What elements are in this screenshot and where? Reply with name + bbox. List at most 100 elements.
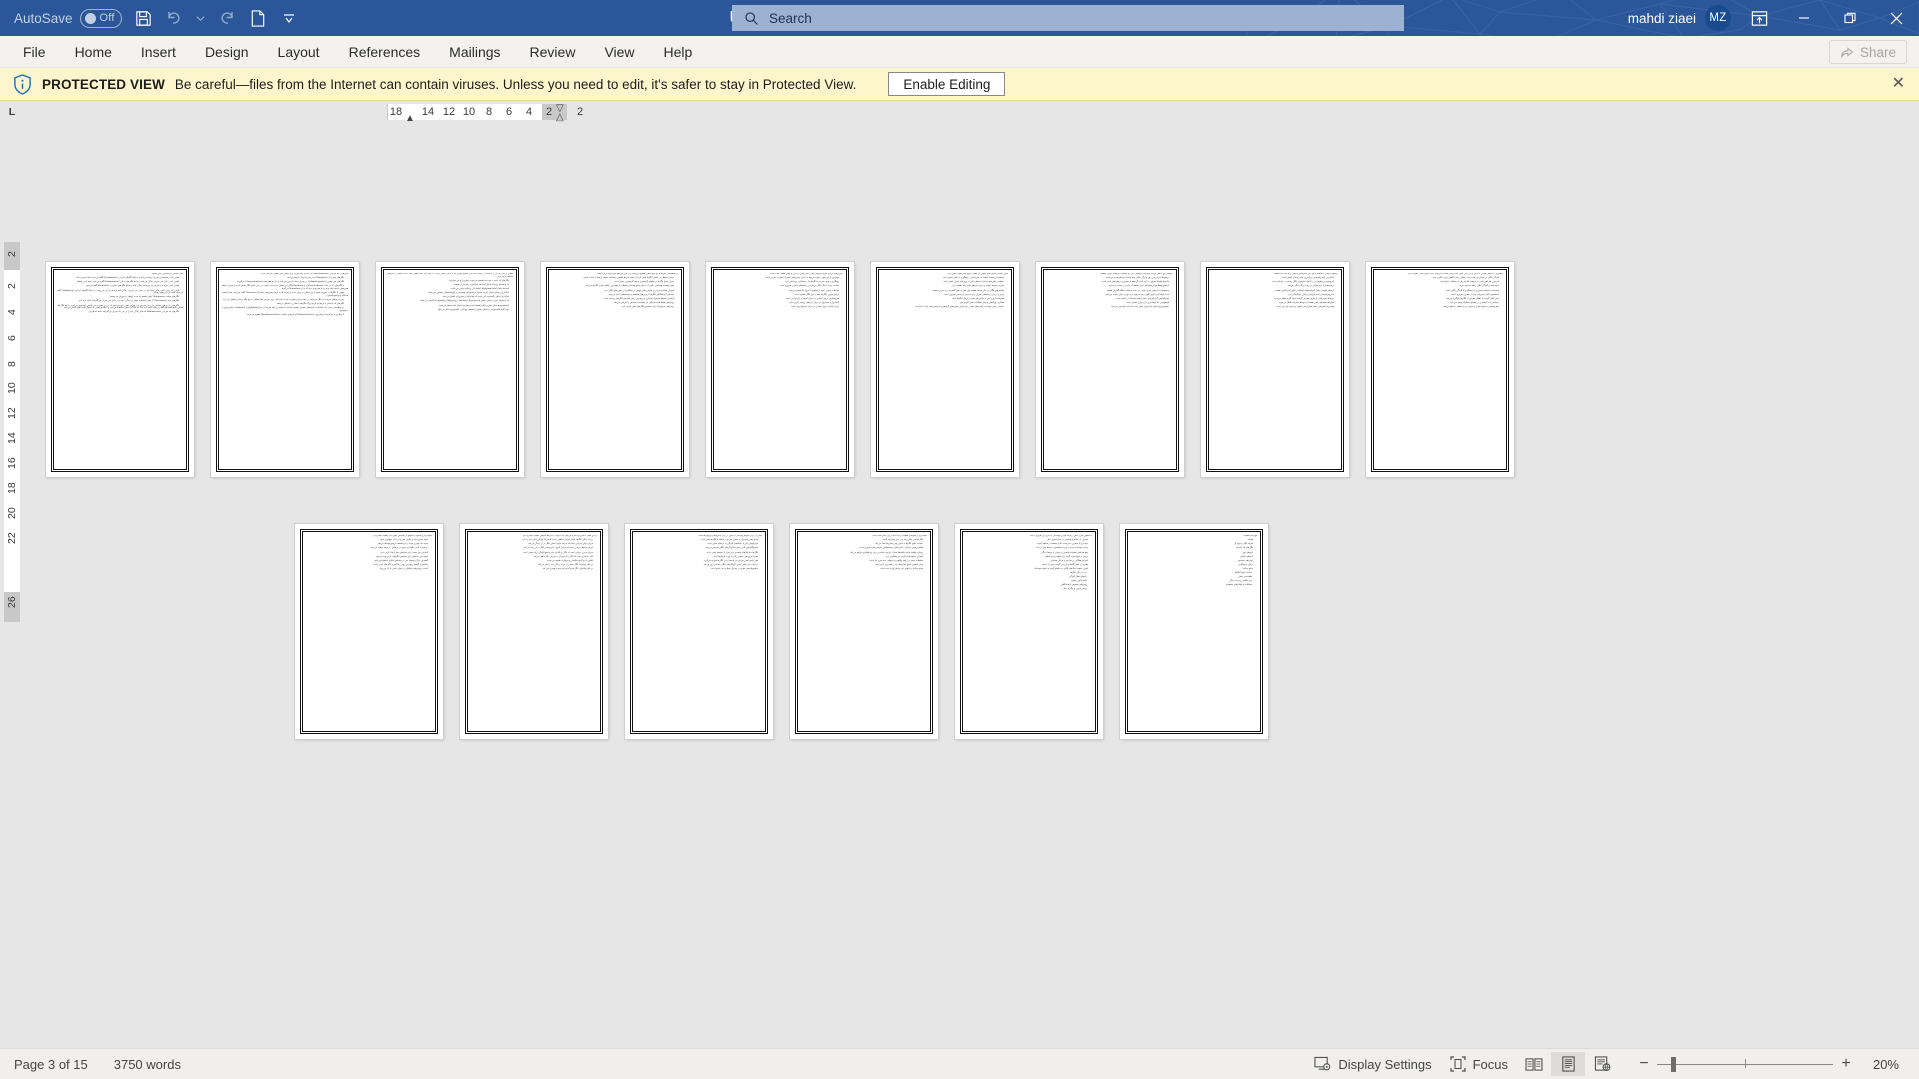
hanging-indent-marker[interactable]: △ — [556, 112, 564, 123]
chevron-down-icon[interactable] — [190, 4, 212, 32]
zoom-slider[interactable] — [1657, 1054, 1833, 1074]
shield-info-icon — [13, 73, 32, 95]
paragraph: کشت و روش‌های مولکولی در موارد خاص به کا… — [379, 568, 428, 571]
paragraph: مژکداران شامل بالانتیدیوم کلی است که تنه… — [441, 296, 509, 299]
ribbon-display-options-icon[interactable] — [1737, 0, 1781, 36]
web-layout-button[interactable] — [1585, 1052, 1619, 1076]
word-count[interactable]: 3750 words — [114, 1057, 181, 1072]
paragraph: مترونیدازول داروی انتخابی در درمان آمیبی… — [785, 297, 839, 300]
undo-icon[interactable] — [159, 4, 190, 32]
tab-design[interactable]: Design — [192, 40, 262, 64]
new-document-icon[interactable] — [243, 4, 274, 32]
close-button[interactable] — [1873, 0, 1919, 36]
search-input[interactable]: Search — [769, 11, 812, 26]
document-canvas[interactable]: انگل شناسی و شناسایی انواع انگلها آنهایی … — [24, 123, 1919, 1048]
page-thumbnail[interactable]: نتیجه‌گیری و جمع‌بندی مطالب ارائه شده در… — [790, 524, 938, 739]
page-thumbnail[interactable]: گزارش‌های درباره انواع انگل‌های بومی و غ… — [706, 262, 854, 477]
paragraph: گزارش‌های درباره انواع انگل‌های بومی و غ… — [769, 273, 843, 275]
paragraph: رویکرد سلامت واحد (One Health) چارچوب من… — [849, 551, 923, 554]
tab-review[interactable]: Review — [517, 40, 589, 64]
page-text: کنترل آفات و ناقلین نقش مهمی در کاهش شیو… — [882, 273, 1008, 466]
paragraph: فاسیولا هپاتیکا معروف به کرم کبدی گوسفند… — [1101, 281, 1169, 284]
page-thumbnail[interactable]: کنترل آفات و ناقلین نقش مهمی در کاهش شیو… — [871, 262, 1019, 477]
ruler-number-4: 4 — [525, 106, 533, 118]
share-button[interactable]: Share — [1828, 40, 1907, 64]
tab-mailings[interactable]: Mailings — [436, 40, 513, 64]
read-mode-button[interactable] — [1517, 1052, 1551, 1076]
paragraph: درمان دارویی انگل‌ها بسته به نوع انگل مت… — [793, 293, 839, 296]
page-thumbnail[interactable]: کرم‌های لوله‌ای یا نماتدها دارای بدن است… — [1201, 262, 1349, 477]
tab-references[interactable]: References — [336, 40, 434, 64]
page-thumbnail[interactable]: انگل‌هایی چند میزبانی (Heteroxenous) که … — [211, 262, 359, 477]
autosave-toggle[interactable]: Off — [79, 8, 122, 28]
paragraph: پیشگیری و بهبود مبارزه با انگل‌ها نیاز ب… — [784, 281, 839, 284]
restore-button[interactable] — [1827, 0, 1873, 36]
protected-view-title: PROTECTED VIEW — [42, 76, 165, 92]
paragraph: میزبان نهایی میزبانی است که مرحله بالغ ی… — [527, 543, 593, 546]
page-thumbnail[interactable]: بعضی از سه راه آبی یا آب‌دست را نوبت داد… — [376, 262, 524, 477]
search-box[interactable]: Search — [732, 5, 1404, 31]
window-controls-area: mahdi ziaei MZ — [1628, 0, 1919, 36]
paragraph: انگل‌هایی چند میزبانی (Heteroxenous) که … — [260, 273, 348, 275]
paragraph: روش‌های تشخیص — [1237, 559, 1253, 562]
page-thumbnail[interactable]: در طبقه‌بندی انگل‌ها به دو گروه اصلی تقس… — [541, 262, 689, 477]
zoom-out-button[interactable]: − — [1631, 1055, 1657, 1073]
zoom-in-button[interactable]: + — [1833, 1055, 1859, 1073]
paragraph: مداخلات دارویی انبوه در مناطق با شیوع با… — [788, 289, 839, 292]
page-thumbnail[interactable]: ایمنی در برابر انگل‌ها پیچیده‌تر از ایمن… — [625, 524, 773, 739]
paragraph: آمیب‌ها شامل آنتامبا هیستولیتیکا، آنتامب… — [450, 287, 509, 290]
account-info[interactable]: mahdi ziaei MZ — [1628, 5, 1737, 31]
paragraph: انگل‌هایی که به طور تصادفی وارد بدن میزب… — [57, 304, 183, 310]
display-settings-label: Display Settings — [1338, 1056, 1432, 1072]
paragraph: چرخه زندگی انگل‌ها شامل مراحل مختلفی است… — [521, 539, 593, 542]
paragraph: پاسخ ایمنی هومورال و سلولی هر دو در مقاب… — [700, 539, 758, 542]
print-layout-button[interactable] — [1551, 1052, 1585, 1076]
close-icon[interactable]: ✕ — [1892, 76, 1905, 92]
redo-icon[interactable] — [212, 4, 243, 32]
tab-view[interactable]: View — [591, 40, 647, 64]
customize-quick-access-icon[interactable] — [274, 4, 305, 32]
autosave-control[interactable]: AutoSave Off — [8, 4, 128, 32]
paragraph: تریکوسفال یا کرم شلاقی در روده بزرگ زندگ… — [1287, 285, 1334, 288]
enable-editing-button[interactable]: Enable Editing — [888, 72, 1006, 96]
paragraph: آسکاریس لومبریکوئیدس بزرگ‌ترین نماتد رود… — [1281, 277, 1334, 280]
vertical-ruler[interactable]: 2 2 4 6 8 10 12 14 16 18 20 22 26 — [0, 123, 24, 1048]
paragraph: شناخت دقیق انگل‌ها به کنترل بهتر بیماری‌… — [874, 543, 923, 546]
zoom-level[interactable]: 20% — [1859, 1057, 1909, 1072]
ruler-number-2b: 2 — [576, 106, 584, 118]
paragraph: عوامل مختلفی در انتشار انگل‌ها نقش دارند… — [582, 277, 674, 280]
page-thumbnail[interactable]: فهرست مطالب: مقدمه تعریف انگل و انواع آن ان… — [1120, 524, 1268, 739]
tab-home[interactable]: Home — [62, 40, 125, 64]
page-thumbnail[interactable]: در این فصل به مواردی اشاره می‌شود که با … — [460, 524, 608, 739]
page-indicator[interactable]: Page 3 of 15 — [14, 1057, 88, 1072]
page-thumbnail[interactable]: انگل شناسی و شناسایی انواع انگلها آنهایی … — [46, 262, 194, 477]
tab-stop-selector[interactable]: L — [0, 101, 24, 123]
page-thumbnail[interactable]: به منظور کنترل کامل، رعایت موازین بهداشت… — [955, 524, 1103, 739]
ruler-number-2: 2 — [545, 106, 553, 118]
tab-help[interactable]: Help — [651, 40, 706, 64]
page-thumbnail[interactable]: کرم‌های پهن شامل دو رده ترماتودا (کرم‌ها… — [1036, 262, 1184, 477]
minimize-button[interactable] — [1781, 0, 1827, 36]
page-thumbnail[interactable]: نمونه‌برداری صحیح و به‌موقع در تشخیص دقی… — [295, 524, 443, 739]
paragraph: انگل‌ها سازوکارهای متعددی برای فرار از س… — [706, 551, 758, 554]
paragraph: دفع بهداشتی فضولات انسانی و حیوانی از مح… — [1040, 551, 1088, 554]
paragraph: رعایت بهداشت فردی به ویژه شستشوی دست‌ها … — [1036, 547, 1088, 550]
tab-file[interactable]: File — [10, 40, 59, 64]
page-thumbnail[interactable]: پیشگیری از انتشار آلودگی به نوعی و در بر… — [1366, 262, 1514, 477]
horizontal-ruler[interactable]: 18 14 12 10 8 6 4 2 2 ▲ ▽ △ — [24, 101, 1919, 124]
paragraph: تغییر آنتی‌ژن‌های سطحی یکی از این سازوکا… — [712, 555, 758, 558]
save-icon[interactable] — [128, 4, 159, 32]
paragraph: سازمان جهانی بهداشت راهبردهای جهانی برای… — [914, 306, 1004, 309]
focus-icon — [1449, 1056, 1466, 1072]
paragraph: فهرست مطالب: — [1242, 535, 1257, 537]
avatar[interactable]: MZ — [1705, 5, 1731, 31]
tab-layout[interactable]: Layout — [265, 40, 333, 64]
zoom-slider-handle[interactable] — [1671, 1056, 1676, 1072]
display-settings-button[interactable]: Display Settings — [1305, 1052, 1440, 1076]
ruler-number-8: 8 — [485, 106, 493, 118]
tab-insert[interactable]: Insert — [128, 40, 189, 64]
paragraph: کم‌خونی فقر آهن ناشی از کرم‌های قلابدار … — [1439, 281, 1499, 284]
zoom-control[interactable]: − + 20% — [1619, 1054, 1909, 1074]
vruler-number-10: 10 — [6, 382, 18, 394]
focus-button[interactable]: Focus — [1441, 1052, 1517, 1076]
